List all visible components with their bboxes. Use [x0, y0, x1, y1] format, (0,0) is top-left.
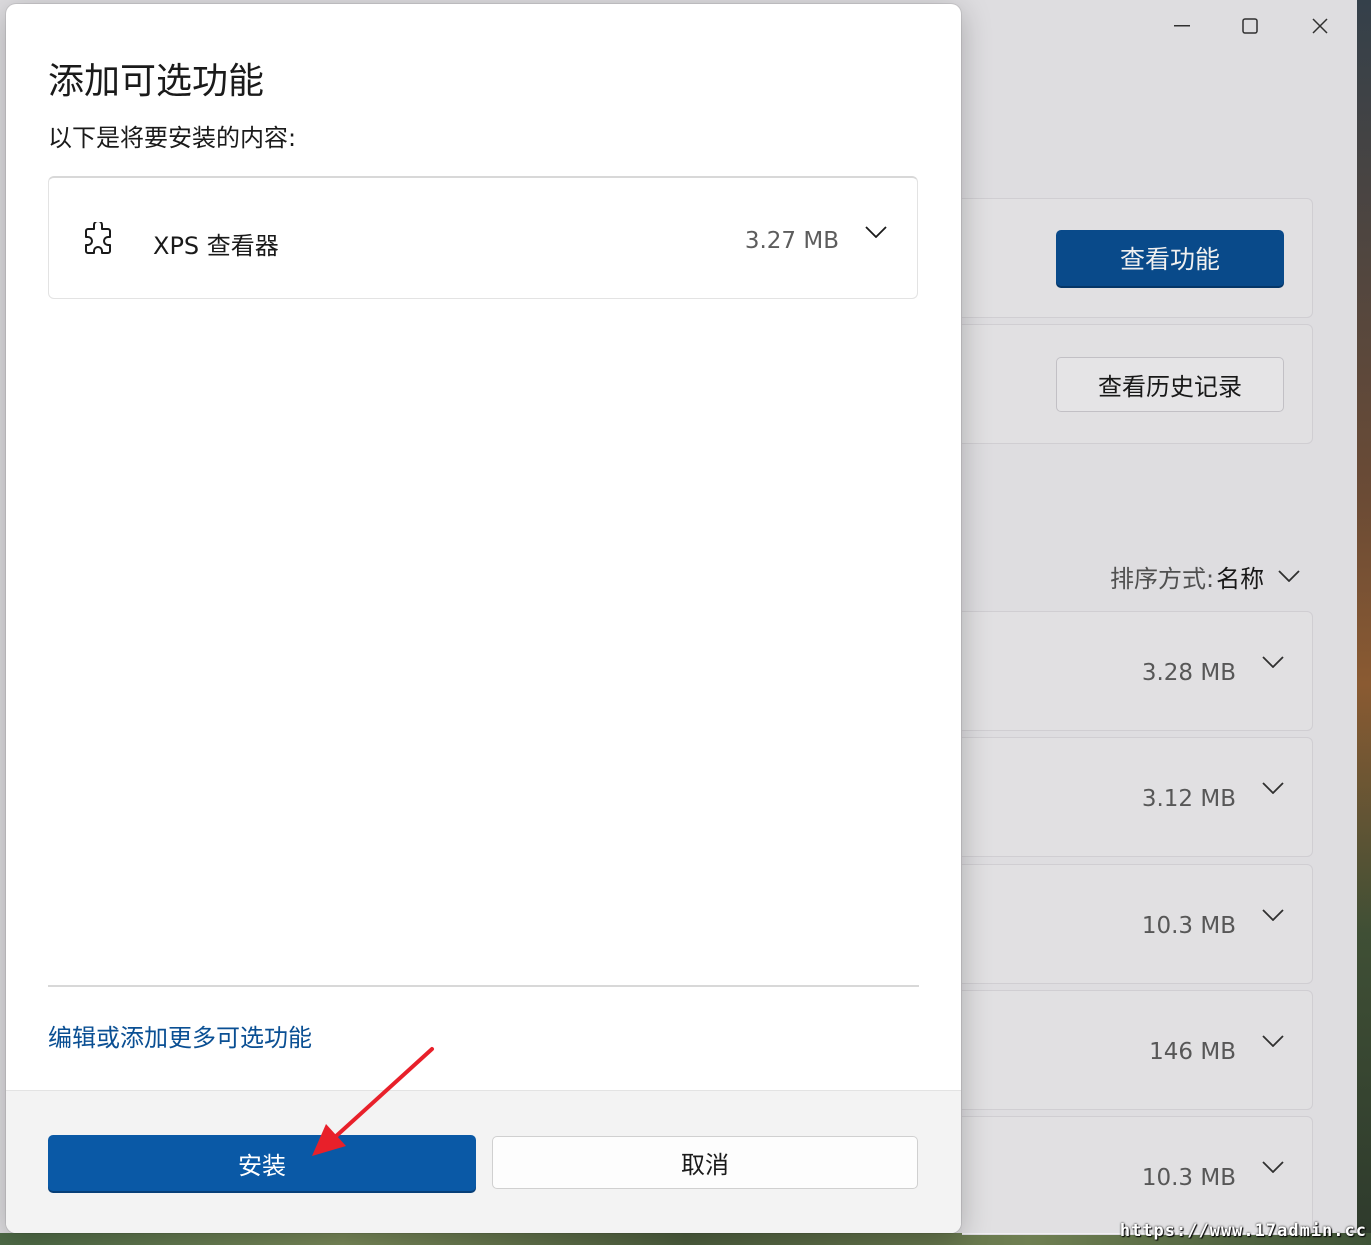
puzzle-icon: [85, 222, 111, 254]
feature-item-xps-viewer[interactable]: XPS 查看器 3.27 MB: [48, 176, 918, 299]
desktop-wallpaper-edge: [1357, 0, 1371, 1245]
watermark: https://www.17admin.cc: [1119, 1221, 1367, 1241]
edit-add-more-features-link[interactable]: 编辑或添加更多可选功能: [48, 1018, 312, 1053]
feature-size: 3.27 MB: [744, 228, 839, 254]
install-button[interactable]: 安装: [48, 1135, 476, 1191]
chevron-down-icon[interactable]: [865, 226, 887, 238]
feature-name: XPS 查看器: [153, 232, 279, 260]
divider: [48, 985, 919, 987]
add-optional-features-dialog: 添加可选功能 以下是将要安装的内容: XPS 查看器 3.27 MB 编辑或添加…: [6, 4, 961, 1233]
dialog-title: 添加可选功能: [48, 61, 265, 102]
cancel-button[interactable]: 取消: [492, 1136, 918, 1189]
dialog-subtitle: 以下是将要安装的内容:: [48, 124, 297, 152]
